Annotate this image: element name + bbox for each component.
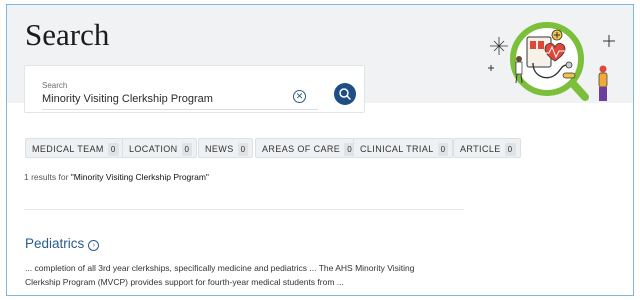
arrow-circle-right-icon: › (88, 240, 100, 251)
snippet-line: Clerkship Program (MVCP) provides suppor… (25, 277, 344, 287)
results-query: "Minority Visiting Clerkship Program" (70, 172, 209, 182)
search-underline (42, 109, 318, 110)
filter-count: 0 (237, 143, 249, 156)
filter-medical-team[interactable]: MEDICAL TEAM 0 (25, 138, 124, 158)
search-box: Search ✕ (24, 65, 365, 113)
filter-areas-of-care[interactable]: AREAS OF CARE 0 (255, 138, 361, 158)
filter-clinical-trial[interactable]: CLINICAL TRIAL 0 (353, 138, 454, 158)
filter-label: NEWS (205, 144, 234, 154)
result-title-text: Pediatrics (25, 236, 85, 251)
filter-label: LOCATION (129, 144, 178, 154)
search-icon (339, 88, 351, 100)
filter-label: CLINICAL TRIAL (360, 144, 434, 154)
filter-count: 0 (107, 143, 119, 156)
close-icon: ✕ (295, 91, 304, 101)
page-frame: Search Search Minority Visiting Clerkshi… (6, 4, 634, 296)
filter-label: ARTICLE (460, 144, 501, 154)
filter-count: 0 (437, 143, 449, 156)
results-count-prefix: 1 results for (24, 172, 71, 182)
search-label: Search (42, 81, 68, 90)
filter-article[interactable]: ARTICLE 0 (453, 138, 521, 158)
clear-search-button[interactable]: ✕ (293, 90, 306, 103)
filter-count: 0 (181, 143, 193, 156)
page-title: Search (25, 17, 110, 52)
filter-location[interactable]: LOCATION 0 (122, 138, 198, 158)
results-divider (24, 209, 464, 210)
search-submit-button[interactable] (334, 83, 356, 105)
patient-figure (598, 65, 608, 101)
snippet-line: ... completion of all 3rd year clerkship… (25, 263, 415, 273)
search-input[interactable] (42, 92, 294, 106)
filter-news[interactable]: NEWS 0 (198, 138, 254, 158)
filter-label: AREAS OF CARE (262, 144, 341, 154)
medical-magnifier-illustration (488, 22, 615, 101)
result-title-link[interactable]: Pediatrics › (25, 236, 100, 251)
filter-count: 0 (504, 143, 516, 156)
results-count: 1 results for "Minority Visiting Clerksh… (24, 172, 209, 182)
result-snippet: ... completion of all 3rd year clerkship… (25, 261, 465, 289)
pill-icon (562, 72, 576, 79)
filter-label: MEDICAL TEAM (32, 144, 104, 154)
